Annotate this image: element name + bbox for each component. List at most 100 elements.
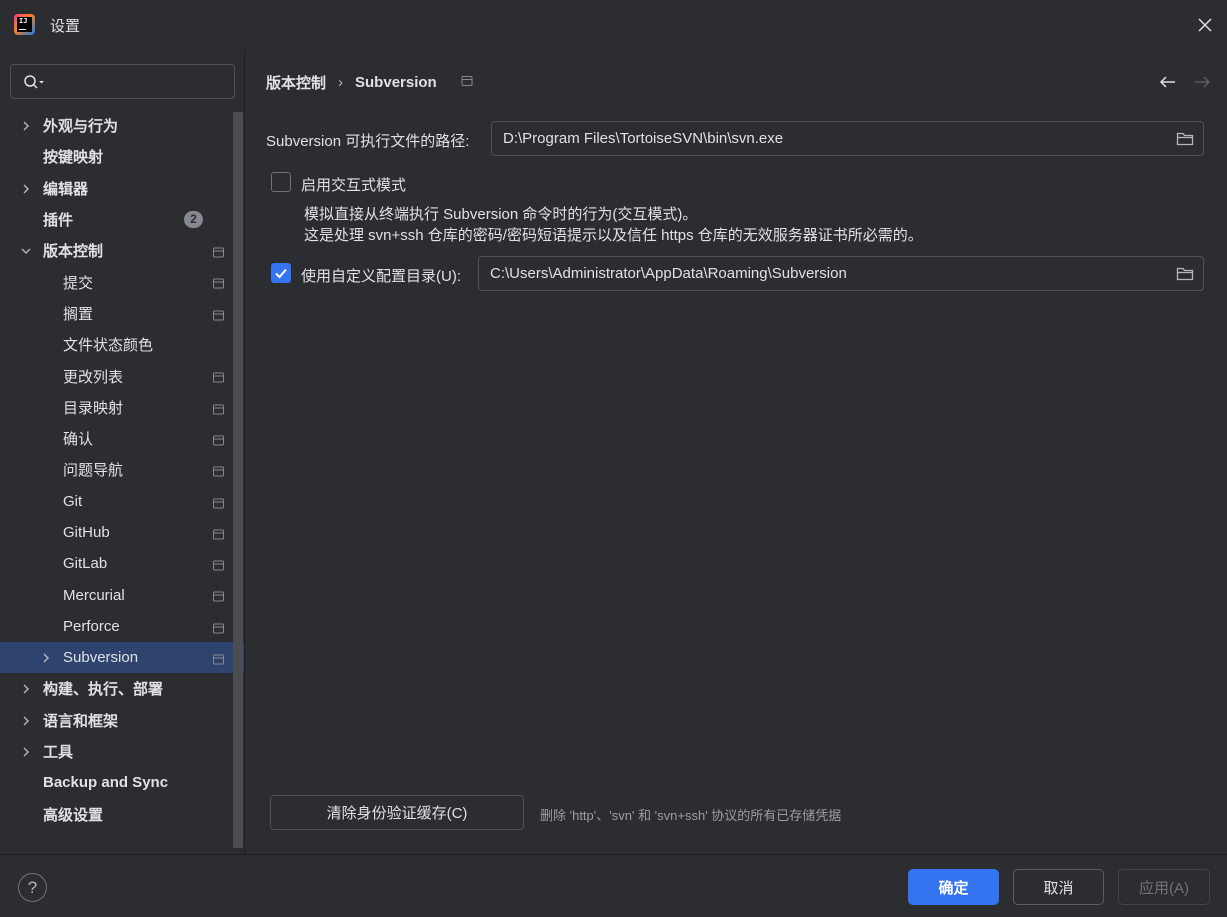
sidebar-item-label: Backup and Sync	[43, 774, 169, 792]
sidebar-item-15[interactable]: Mercurial	[0, 579, 230, 610]
sidebar-item-label: 问题导航	[63, 462, 124, 480]
clear-auth-cache-button[interactable]: 清除身份验证缓存(C)	[270, 795, 524, 830]
interactive-mode-description-1: 模拟直接从终端执行 Subversion 命令时的行为(交互模式)。	[304, 206, 698, 223]
apply-button[interactable]: 应用(A)	[1118, 869, 1210, 905]
folder-icon[interactable]	[1176, 131, 1194, 151]
sidebar-item-label: 目录映射	[63, 399, 124, 417]
interactive-mode-label[interactable]: 启用交互式模式	[301, 174, 406, 195]
project-scope-icon	[213, 527, 224, 544]
sidebar-item-2[interactable]: 编辑器	[0, 173, 230, 204]
sidebar-item-10[interactable]: 确认	[0, 423, 230, 454]
custom-config-value[interactable]: C:\Users\Administrator\AppData\Roaming\S…	[479, 265, 847, 282]
sidebar-item-13[interactable]: GitHub	[0, 517, 230, 548]
sidebar-item-18[interactable]: 构建、执行、部署	[0, 673, 230, 704]
sidebar-item-label: Subversion	[63, 649, 139, 667]
scrollbar-thumb[interactable]	[233, 112, 243, 848]
search-icon	[24, 75, 44, 89]
sidebar-item-label: Perforce	[63, 617, 120, 635]
sidebar-item-5[interactable]: 提交	[0, 266, 230, 297]
sidebar-item-0[interactable]: 外观与行为	[0, 110, 230, 141]
breadcrumb-current: Subversion	[355, 74, 437, 91]
search-field[interactable]	[10, 64, 235, 99]
breadcrumb: 版本控制 › Subversion	[266, 72, 473, 93]
sidebar-item-label: 高级设置	[43, 806, 104, 824]
sidebar-item-21[interactable]: Backup and Sync	[0, 767, 230, 798]
breadcrumb-separator: ›	[338, 74, 344, 91]
sidebar-item-label: 语言和框架	[43, 712, 119, 730]
settings-sidebar: 外观与行为按键映射编辑器插件 2 版本控制提交搁置文件状态颜色 更改列表目录映射确认问…	[0, 50, 245, 854]
sidebar-item-8[interactable]: 更改列表	[0, 360, 230, 391]
project-scope-icon	[461, 74, 473, 91]
exe-path-value[interactable]: D:\Program Files\TortoiseSVN\bin\svn.exe	[492, 130, 783, 147]
cancel-button[interactable]: 取消	[1013, 869, 1104, 905]
sidebar-item-label: Git	[63, 492, 83, 510]
project-scope-icon	[213, 433, 224, 450]
project-scope-icon	[213, 558, 224, 575]
sidebar-item-label: 文件状态颜色	[63, 337, 154, 355]
chevron-right-icon[interactable]	[20, 182, 32, 194]
sidebar-item-label: 搁置	[63, 305, 94, 323]
sidebar-item-16[interactable]: Perforce	[0, 611, 230, 642]
sidebar-item-label: 更改列表	[63, 368, 124, 386]
sidebar-item-label: 工具	[43, 744, 74, 762]
sidebar-item-label: 提交	[63, 274, 94, 292]
help-button[interactable]: ?	[18, 873, 47, 902]
sidebar-item-label: 编辑器	[43, 180, 89, 198]
folder-icon[interactable]	[1176, 266, 1194, 286]
exe-path-field[interactable]: D:\Program Files\TortoiseSVN\bin\svn.exe	[491, 121, 1204, 156]
chevron-right-icon[interactable]	[20, 714, 32, 726]
sidebar-item-9[interactable]: 目录映射	[0, 392, 230, 423]
sidebar-item-label: 按键映射	[43, 149, 104, 167]
chevron-down-icon[interactable]	[20, 244, 32, 256]
custom-config-checkbox[interactable]	[271, 263, 291, 283]
project-scope-icon	[213, 402, 224, 419]
window-title: 设置	[50, 18, 81, 35]
project-scope-icon	[213, 276, 224, 293]
checkmark-icon	[275, 268, 287, 279]
forward-arrow-icon	[1192, 74, 1212, 94]
sidebar-scrollbar[interactable]	[233, 112, 243, 848]
settings-tree: 外观与行为按键映射编辑器插件 2 版本控制提交搁置文件状态颜色 更改列表目录映射确认问…	[0, 110, 244, 830]
sidebar-item-7[interactable]: 文件状态颜色	[0, 329, 230, 360]
sidebar-item-22[interactable]: 高级设置	[0, 799, 230, 830]
sidebar-item-1[interactable]: 按键映射	[0, 141, 230, 172]
sidebar-item-12[interactable]: Git	[0, 486, 230, 517]
sidebar-item-3[interactable]: 插件 2	[0, 204, 230, 235]
search-input[interactable]	[55, 71, 225, 93]
project-scope-icon	[213, 370, 224, 387]
sidebar-item-14[interactable]: GitLab	[0, 548, 230, 579]
chevron-right-icon[interactable]	[20, 119, 32, 131]
ok-button[interactable]: 确定	[908, 869, 999, 905]
chevron-right-icon[interactable]	[20, 745, 32, 757]
sidebar-item-6[interactable]: 搁置	[0, 298, 230, 329]
sidebar-item-label: GitLab	[63, 555, 108, 573]
breadcrumb-parent[interactable]: 版本控制	[266, 72, 326, 93]
chevron-right-icon[interactable]	[20, 682, 32, 694]
custom-config-label[interactable]: 使用自定义配置目录(U):	[301, 265, 461, 286]
update-count-badge: 2	[184, 210, 203, 228]
clear-auth-cache-hint: 删除 'http'、'svn' 和 'svn+ssh' 协议的所有已存储凭据	[540, 808, 842, 823]
sidebar-item-19[interactable]: 语言和框架	[0, 705, 230, 736]
sidebar-item-4[interactable]: 版本控制	[0, 235, 230, 266]
dialog-footer: ? 确定 取消 应用(A)	[0, 854, 1227, 917]
settings-content: 版本控制 › Subversion Subversion 可执行文件的路径: D…	[246, 50, 1227, 854]
project-scope-icon	[213, 496, 224, 513]
sidebar-item-20[interactable]: 工具	[0, 736, 230, 767]
interactive-mode-description-2: 这是处理 svn+ssh 仓库的密码/密码短语提示以及信任 https 仓库的无…	[304, 227, 923, 244]
interactive-mode-checkbox[interactable]	[271, 172, 291, 192]
custom-config-field[interactable]: C:\Users\Administrator\AppData\Roaming\S…	[478, 256, 1204, 291]
sidebar-item-label: 插件	[43, 212, 74, 230]
sidebar-item-11[interactable]: 问题导航	[0, 454, 230, 485]
project-scope-icon	[213, 652, 224, 669]
project-scope-icon	[213, 464, 224, 481]
project-scope-icon	[213, 308, 224, 325]
title-bar: IJ 设置	[0, 0, 1227, 50]
back-arrow-icon[interactable]	[1158, 74, 1178, 94]
sidebar-item-label: 版本控制	[43, 243, 104, 261]
project-scope-icon	[213, 245, 224, 262]
intellij-logo-icon: IJ	[14, 14, 35, 35]
sidebar-item-17[interactable]: Subversion	[0, 642, 244, 674]
close-icon[interactable]	[1193, 13, 1217, 37]
project-scope-icon	[213, 621, 224, 638]
chevron-right-icon[interactable]	[40, 651, 52, 663]
